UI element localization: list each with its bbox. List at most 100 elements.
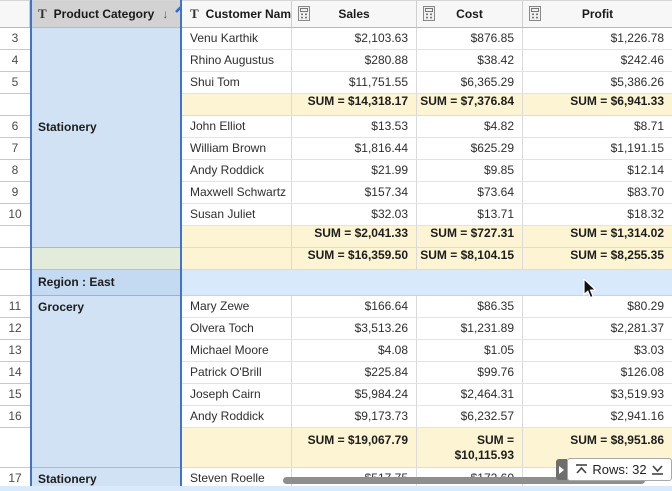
customer-cell[interactable]: Olvera Toch — [182, 318, 292, 340]
cost-sum-cell[interactable]: SUM = $10,115.93 — [417, 428, 523, 468]
cost-cell[interactable]: $1,231.89 — [417, 318, 523, 340]
customer-cell[interactable]: Venu Karthik — [182, 28, 292, 50]
sales-cell[interactable]: $280.88 — [292, 50, 417, 72]
cost-cell[interactable]: $2,464.31 — [417, 384, 523, 406]
sales-cell[interactable]: $9,173.73 — [292, 406, 417, 428]
cost-cell[interactable]: $9.85 — [417, 160, 523, 182]
row-number-cell[interactable]: 9 — [0, 182, 30, 204]
profit-cell[interactable]: $242.46 — [523, 50, 672, 72]
product-category-cell[interactable] — [30, 204, 182, 226]
profit-cell[interactable]: $1,226.78 — [523, 28, 672, 50]
cost-cell[interactable]: $4.82 — [417, 116, 523, 138]
profit-sum-cell[interactable]: SUM = $1,314.02 — [523, 226, 672, 248]
customer-sum-cell[interactable] — [182, 248, 292, 270]
row-number-cell[interactable]: 13 — [0, 340, 30, 362]
cost-cell[interactable]: $86.35 — [417, 296, 523, 318]
cost-cell[interactable]: $6,232.57 — [417, 406, 523, 428]
cost-sum-cell[interactable]: SUM = $727.31 — [417, 226, 523, 248]
product-category-cell[interactable] — [30, 182, 182, 204]
customer-cell[interactable]: Patrick O'Brill — [182, 362, 292, 384]
row-number-cell[interactable]: 7 — [0, 138, 30, 160]
sales-cell[interactable]: $11,751.55 — [292, 72, 417, 94]
row-number-cell[interactable] — [0, 226, 30, 248]
product-category-cell[interactable] — [30, 94, 182, 116]
customer-sum-cell[interactable] — [182, 94, 292, 116]
sales-cell[interactable]: $32.03 — [292, 204, 417, 226]
row-number-cell[interactable]: 15 — [0, 384, 30, 406]
scroll-to-bottom-icon[interactable] — [651, 463, 664, 476]
row-number-cell[interactable]: 8 — [0, 160, 30, 182]
profit-sum-cell[interactable]: SUM = $6,941.33 — [523, 94, 672, 116]
cost-sum-cell[interactable]: SUM = $7,376.84 — [417, 94, 523, 116]
product-category-cell[interactable] — [30, 340, 182, 362]
customer-cell[interactable]: Susan Juliet — [182, 204, 292, 226]
sales-sum-cell[interactable]: SUM = $16,359.50 — [292, 248, 417, 270]
header-cell-product-category[interactable]: T Product Category ↓ — [30, 1, 182, 27]
profit-cell[interactable]: $18.32 — [523, 204, 672, 226]
filter-icon[interactable]: T — [190, 6, 199, 22]
sales-cell[interactable]: $225.84 — [292, 362, 417, 384]
header-cell-customer-name[interactable]: T Customer Name — [182, 1, 292, 27]
sales-sum-cell[interactable]: SUM = $2,041.33 — [292, 226, 417, 248]
row-number-cell[interactable]: 4 — [0, 50, 30, 72]
row-number-cell[interactable]: 10 — [0, 204, 30, 226]
cost-cell[interactable]: $6,365.29 — [417, 72, 523, 94]
header-cell-sales[interactable]: Sales — [292, 1, 417, 27]
corner-header-cell[interactable] — [0, 1, 30, 27]
row-number-cell[interactable] — [0, 270, 30, 296]
sales-cell[interactable]: $2,103.63 — [292, 28, 417, 50]
row-number-cell[interactable]: 12 — [0, 318, 30, 340]
customer-cell[interactable]: Michael Moore — [182, 340, 292, 362]
customer-cell[interactable]: John Elliot — [182, 116, 292, 138]
customer-cell[interactable]: Andy Roddick — [182, 160, 292, 182]
profit-cell[interactable]: $2,941.16 — [523, 406, 672, 428]
sales-cell[interactable]: $1,816.44 — [292, 138, 417, 160]
row-number-cell[interactable] — [0, 94, 30, 116]
profit-cell[interactable]: $3,519.93 — [523, 384, 672, 406]
profit-cell[interactable]: $12.14 — [523, 160, 672, 182]
product-category-cell[interactable] — [30, 72, 182, 94]
row-number-cell[interactable] — [0, 428, 30, 468]
profit-cell[interactable]: $126.08 — [523, 362, 672, 384]
profit-cell[interactable]: $2,281.37 — [523, 318, 672, 340]
sales-sum-cell[interactable]: SUM = $19,067.79 — [292, 428, 417, 468]
profit-cell[interactable]: $83.70 — [523, 182, 672, 204]
row-number-cell[interactable] — [0, 248, 30, 270]
product-category-cell[interactable] — [30, 384, 182, 406]
profit-sum-cell[interactable]: SUM = $8,255.35 — [523, 248, 672, 270]
profit-cell[interactable]: $1,191.15 — [523, 138, 672, 160]
region-band[interactable] — [182, 270, 672, 296]
product-category-cell[interactable] — [30, 362, 182, 384]
sales-sum-cell[interactable]: SUM = $14,318.17 — [292, 94, 417, 116]
product-category-cell[interactable] — [30, 318, 182, 340]
number-format-icon[interactable] — [423, 6, 435, 21]
sales-cell[interactable]: $13.53 — [292, 116, 417, 138]
product-category-cell[interactable] — [30, 226, 182, 248]
product-category-cell[interactable]: Stationery — [30, 116, 182, 138]
row-number-cell[interactable]: 3 — [0, 28, 30, 50]
cost-cell[interactable]: $1.05 — [417, 340, 523, 362]
sales-cell[interactable]: $3,513.26 — [292, 318, 417, 340]
profit-cell[interactable]: $80.29 — [523, 296, 672, 318]
product-category-cell[interactable] — [30, 428, 182, 468]
row-number-cell[interactable]: 11 — [0, 296, 30, 318]
number-format-icon[interactable] — [529, 6, 541, 21]
customer-sum-cell[interactable] — [182, 226, 292, 248]
rows-panel-collapse-tab[interactable] — [556, 459, 567, 480]
profit-cell[interactable]: $3.03 — [523, 340, 672, 362]
cost-cell[interactable]: $73.64 — [417, 182, 523, 204]
cost-cell[interactable]: $99.76 — [417, 362, 523, 384]
product-category-cell[interactable] — [30, 28, 182, 50]
cost-cell[interactable]: $13.71 — [417, 204, 523, 226]
customer-cell[interactable]: Rhino Augustus — [182, 50, 292, 72]
sales-cell[interactable]: $21.99 — [292, 160, 417, 182]
product-category-cell[interactable] — [30, 406, 182, 428]
product-category-cell[interactable] — [30, 138, 182, 160]
sales-cell[interactable]: $166.64 — [292, 296, 417, 318]
sort-desc-icon[interactable]: ↓ — [162, 7, 168, 21]
product-category-cell[interactable] — [30, 248, 182, 270]
profit-cell[interactable]: $5,386.26 — [523, 72, 672, 94]
product-category-cell[interactable] — [30, 160, 182, 182]
customer-cell[interactable]: William Brown — [182, 138, 292, 160]
customer-cell[interactable]: Shui Tom — [182, 72, 292, 94]
